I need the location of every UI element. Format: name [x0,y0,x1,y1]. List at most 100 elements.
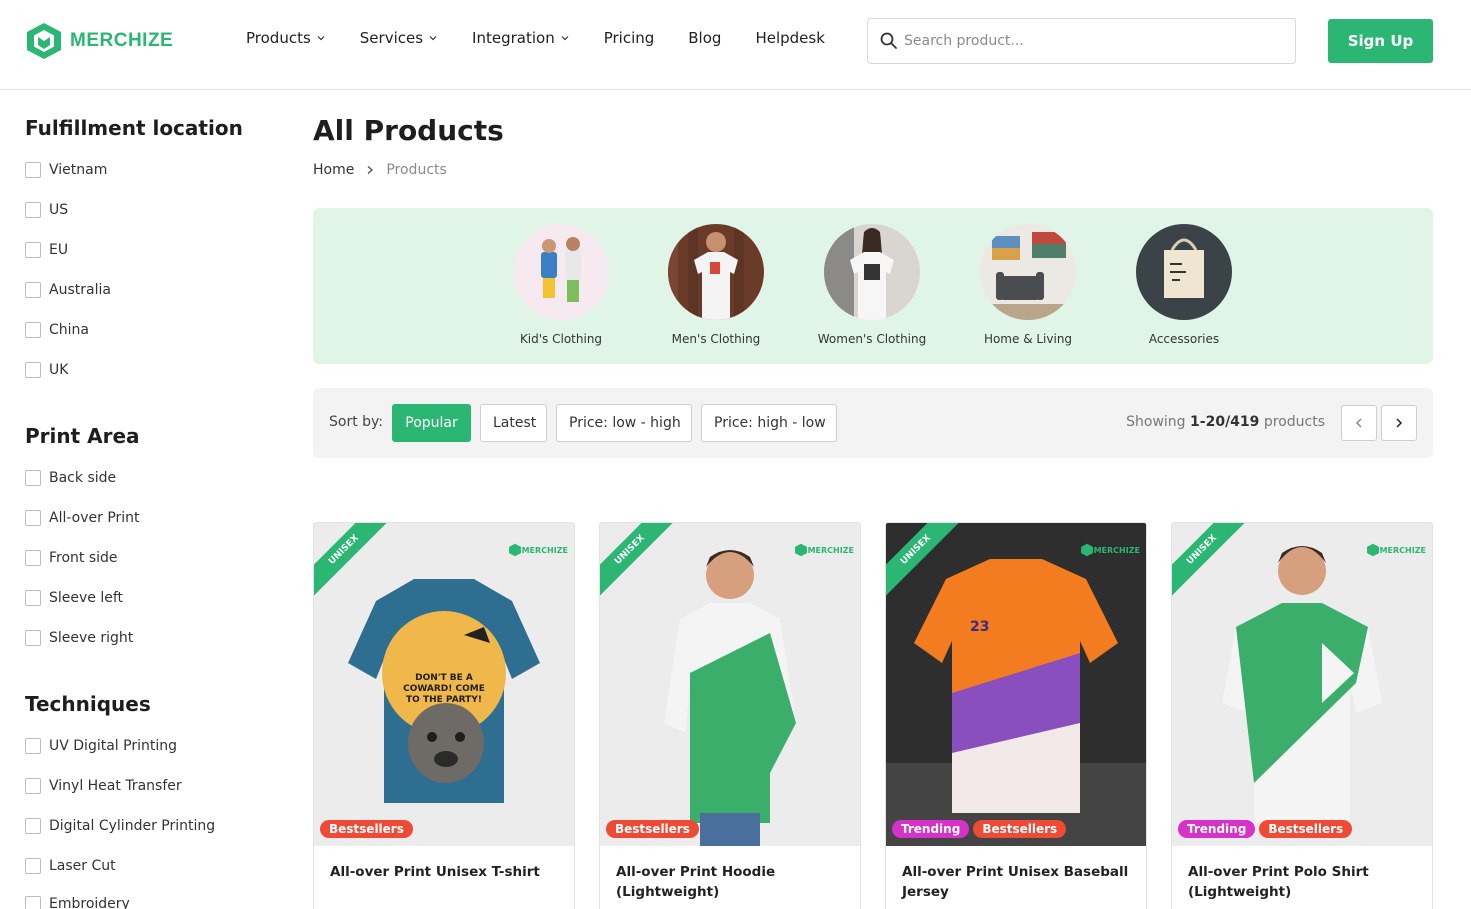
nav-helpdesk-label: Helpdesk [755,29,825,47]
badge-group: Bestsellers [320,820,417,838]
trending-badge: Trending [1178,820,1256,838]
category-label: Kid's Clothing [519,332,603,346]
checkbox[interactable] [25,778,41,794]
product-card[interactable]: 23 UNISEX MERCHIZE Trending Bestsellers … [885,522,1147,909]
filter-option-back-side[interactable]: Back side [25,470,116,486]
page-title: All Products [313,114,504,147]
checkbox[interactable] [25,738,41,754]
checkbox[interactable] [25,242,41,258]
merchize-logo-icon [1080,543,1093,557]
chevron-right-icon [367,165,374,175]
checkbox[interactable] [25,510,41,526]
filter-option-eu[interactable]: EU [25,242,68,258]
category-womens-clothing[interactable]: Women's Clothing [802,224,942,346]
filter-option-embroidery[interactable]: Embroidery [25,896,130,909]
checkbox[interactable] [25,162,41,178]
merchize-logo-icon [1366,543,1379,557]
nav-products[interactable]: Products [246,29,326,47]
category-image [980,224,1076,320]
product-card[interactable]: UNISEX MERCHIZE Trending Bestsellers All… [1171,522,1433,909]
product-card[interactable]: UNISEX MERCHIZE DON'T BE A COWARD! COME … [313,522,575,909]
filter-option-label: Sleeve right [49,630,134,646]
checkbox[interactable] [25,550,41,566]
filter-option-sleeve-left[interactable]: Sleeve left [25,590,123,606]
sort-popular-button[interactable]: Popular [392,404,471,442]
filter-option-vinyl-heat-transfer[interactable]: Vinyl Heat Transfer [25,778,182,794]
category-label: Accessories [1148,332,1220,346]
chevron-down-icon [317,36,325,41]
merchize-logo-icon [794,543,807,557]
product-title[interactable]: All-over Print Unisex T-shirt [314,846,574,882]
filter-option-label: Front side [49,550,118,566]
checkbox[interactable] [25,362,41,378]
chevron-down-icon [561,36,569,41]
nav-pricing[interactable]: Pricing [604,29,655,47]
category-image [513,224,609,320]
breadcrumb-home-link[interactable]: Home [313,162,354,178]
filter-option-label: All-over Print [49,510,140,526]
category-accessories[interactable]: Accessories [1114,224,1254,346]
search-icon [880,32,897,49]
checkbox[interactable] [25,322,41,338]
sign-up-button[interactable]: Sign Up [1328,19,1433,63]
filter-option-us[interactable]: US [25,202,68,218]
nav-blog[interactable]: Blog [688,29,721,47]
checkbox[interactable] [25,470,41,486]
category-home-living[interactable]: Home & Living [958,224,1098,346]
filter-option-label: Australia [49,282,111,298]
next-page-button[interactable] [1381,405,1417,441]
sort-price-high-low-button[interactable]: Price: high - low [701,404,837,442]
sort-label: Sort by: [329,414,384,430]
nav-integration[interactable]: Integration [472,29,570,47]
filter-option-australia[interactable]: Australia [25,282,111,298]
filter-option-label: Vietnam [49,162,108,178]
checkbox[interactable] [25,282,41,298]
filter-option-digital-cylinder-printing[interactable]: Digital Cylinder Printing [25,818,215,834]
bestsellers-badge: Bestsellers [973,820,1067,838]
prev-page-button[interactable] [1341,405,1377,441]
filter-option-all-over-print[interactable]: All-over Print [25,510,140,526]
category-panel: Kid's Clothing Men's Clothing Women's Cl… [313,208,1433,364]
breadcrumb-current: Products [386,162,447,178]
chevron-right-icon [1396,418,1403,428]
filter-option-front-side[interactable]: Front side [25,550,118,566]
checkbox[interactable] [25,630,41,646]
product-card[interactable]: UNISEX MERCHIZE Bestsellers All-over Pri… [599,522,861,909]
chevron-left-icon [1355,418,1362,428]
sort-price-low-high-button[interactable]: Price: low - high [556,404,692,442]
category-image [824,224,920,320]
brand-watermark-text: MERCHIZE [521,545,568,555]
svg-text:23: 23 [970,619,989,635]
bestsellers-badge: Bestsellers [320,820,413,838]
nav-services[interactable]: Services [360,29,438,47]
checkbox[interactable] [25,202,41,218]
checkbox[interactable] [25,858,41,874]
checkbox[interactable] [25,818,41,834]
category-kids-clothing[interactable]: Kid's Clothing [491,224,631,346]
product-title[interactable]: All-over Print Unisex Baseball Jersey [886,846,1146,902]
brand-watermark: MERCHIZE [1366,543,1426,557]
trending-badge: Trending [892,820,970,838]
filter-option-uk[interactable]: UK [25,362,68,378]
sort-latest-button[interactable]: Latest [480,404,547,442]
search-input[interactable] [904,33,1264,49]
filter-title-print-area: Print Area [25,424,140,448]
filter-option-china[interactable]: China [25,322,89,338]
logo[interactable]: MERCHIZE [24,21,173,61]
checkbox[interactable] [25,590,41,606]
category-label: Women's Clothing [817,332,927,346]
product-title[interactable]: All-over Print Hoodie (Lightweight) [600,846,860,902]
product-image: 23 UNISEX MERCHIZE Trending Bestsellers [886,523,1146,846]
brand-watermark: MERCHIZE [794,543,854,557]
bestsellers-badge: Bestsellers [1259,820,1353,838]
product-title[interactable]: All-over Print Polo Shirt (Lightweight) [1172,846,1432,902]
category-mens-clothing[interactable]: Men's Clothing [646,224,786,346]
results-range: 1-20/419 [1190,414,1260,430]
badge-group: Trending Bestsellers [892,820,1070,838]
nav-helpdesk[interactable]: Helpdesk [755,29,824,47]
filter-option-vietnam[interactable]: Vietnam [25,162,107,178]
filter-option-uv-digital-printing[interactable]: UV Digital Printing [25,738,177,754]
checkbox[interactable] [25,896,41,909]
filter-option-laser-cut[interactable]: Laser Cut [25,858,116,874]
filter-option-sleeve-right[interactable]: Sleeve right [25,630,133,646]
